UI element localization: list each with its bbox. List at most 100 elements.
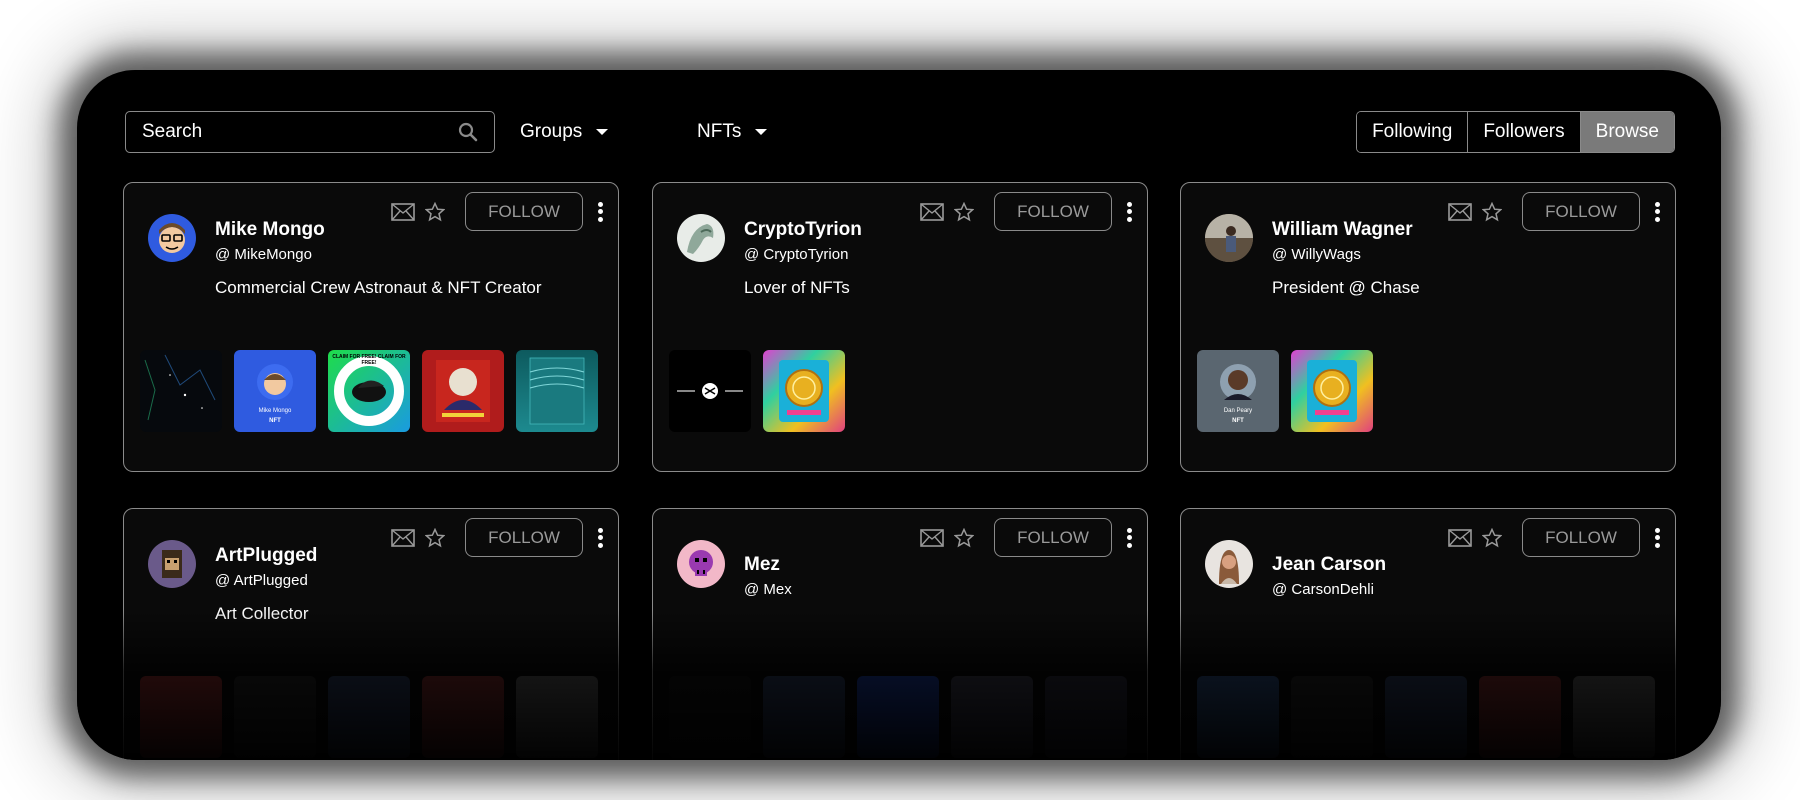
- profile-bio: Art Collector: [215, 604, 309, 623]
- profile-name[interactable]: ArtPlugged: [215, 545, 317, 567]
- profile-handle: @ CarsonDehli: [1272, 581, 1374, 598]
- nft-thumbnail-teal-wave[interactable]: [516, 350, 598, 432]
- nft-thumbnail[interactable]: [1385, 676, 1467, 758]
- avatar[interactable]: [1205, 540, 1253, 588]
- nft-thumbnail[interactable]: [763, 676, 845, 758]
- nft-caption: Mike Mongo: [258, 408, 292, 414]
- profile-name[interactable]: Jean Carson: [1272, 554, 1386, 576]
- nft-gallery: [669, 350, 845, 432]
- nft-thumbnail-black-logo[interactable]: [669, 350, 751, 432]
- nft-thumbnail[interactable]: [1573, 676, 1655, 758]
- mail-icon[interactable]: [920, 202, 944, 221]
- nft-thumbnail-psychedelic-coin[interactable]: [763, 350, 845, 432]
- nft-gallery: Dan Peary NFT: [1197, 350, 1373, 432]
- nft-thumbnail-red-art[interactable]: [422, 350, 504, 432]
- nft-thumbnail[interactable]: [328, 676, 410, 758]
- avatar[interactable]: [677, 540, 725, 588]
- more-options-icon[interactable]: [1653, 525, 1661, 551]
- star-icon[interactable]: [425, 527, 445, 548]
- more-options-icon[interactable]: [596, 199, 604, 225]
- card-actions: FOLLOW: [920, 192, 1133, 231]
- nft-thumbnail[interactable]: [669, 676, 751, 758]
- nft-thumbnail[interactable]: [1045, 676, 1127, 758]
- more-options-icon[interactable]: [596, 525, 604, 551]
- star-icon[interactable]: [954, 527, 974, 548]
- profile-handle: @ WillyWags: [1272, 246, 1361, 263]
- nft-thumbnail-claim-for-free[interactable]: CLAIM FOR FREE! CLAIM FOR FREE!: [328, 350, 410, 432]
- profile-name[interactable]: Mike Mongo: [215, 219, 325, 241]
- tab-browse[interactable]: Browse: [1579, 112, 1674, 152]
- profile-card: William Wagner @ WillyWags President @ C…: [1180, 182, 1676, 472]
- star-icon[interactable]: [1482, 527, 1502, 548]
- search-icon[interactable]: [458, 122, 478, 142]
- profile-name[interactable]: CryptoTyrion: [744, 219, 862, 241]
- tab-following[interactable]: Following: [1357, 112, 1468, 152]
- nft-thumbnail[interactable]: [422, 676, 504, 758]
- profile-handle: @ MikeMongo: [215, 246, 312, 263]
- groups-dropdown[interactable]: Groups: [520, 111, 609, 153]
- nft-caption: Dan Peary: [1223, 408, 1253, 414]
- caret-down-icon: [596, 129, 609, 135]
- more-options-icon[interactable]: [1653, 199, 1661, 225]
- nft-thumbnail[interactable]: [1197, 676, 1279, 758]
- follow-button[interactable]: FOLLOW: [994, 518, 1112, 557]
- nft-thumbnail[interactable]: [1291, 676, 1373, 758]
- follow-button[interactable]: FOLLOW: [994, 192, 1112, 231]
- app-window: Groups NFTs Following Followers Browse: [77, 70, 1721, 760]
- nft-thumbnail[interactable]: [140, 676, 222, 758]
- view-tabs: Following Followers Browse: [1356, 111, 1675, 153]
- nft-thumbnail[interactable]: [516, 676, 598, 758]
- avatar[interactable]: [148, 540, 196, 588]
- groups-dropdown-label: Groups: [520, 121, 583, 142]
- nft-tag: NFT: [269, 418, 281, 424]
- nft-thumbnail-space-poster[interactable]: [140, 350, 222, 432]
- star-icon[interactable]: [954, 201, 974, 222]
- nft-thumbnail[interactable]: [1479, 676, 1561, 758]
- card-actions: FOLLOW: [1448, 518, 1661, 557]
- mail-icon[interactable]: [391, 202, 415, 221]
- profile-card: Mike Mongo @ MikeMongo Commercial Crew A…: [123, 182, 619, 472]
- search-input[interactable]: [142, 121, 458, 143]
- tab-followers[interactable]: Followers: [1467, 112, 1580, 152]
- follow-button[interactable]: FOLLOW: [1522, 192, 1640, 231]
- search-box[interactable]: [125, 111, 495, 153]
- card-actions: FOLLOW: [391, 518, 604, 557]
- card-actions: FOLLOW: [920, 518, 1133, 557]
- mail-icon[interactable]: [1448, 528, 1472, 547]
- nft-thumbnail[interactable]: [857, 676, 939, 758]
- mail-icon[interactable]: [920, 528, 944, 547]
- profile-card: ArtPlugged @ ArtPlugged Art Collector FO…: [123, 508, 619, 760]
- avatar[interactable]: [148, 214, 196, 262]
- caret-down-icon: [755, 129, 768, 135]
- card-actions: FOLLOW: [391, 192, 604, 231]
- profile-bio: President @ Chase: [1272, 278, 1420, 297]
- nft-thumbnail[interactable]: [951, 676, 1033, 758]
- nft-gallery: [1197, 676, 1655, 758]
- avatar[interactable]: [1205, 214, 1253, 262]
- nft-thumbnail-psychedelic-coin[interactable]: [1291, 350, 1373, 432]
- nft-tag: NFT: [1232, 418, 1244, 424]
- nft-thumbnail[interactable]: [234, 676, 316, 758]
- nfts-dropdown[interactable]: NFTs: [697, 111, 768, 153]
- profile-card: Jean Carson @ CarsonDehli FOLLOW: [1180, 508, 1676, 760]
- more-options-icon[interactable]: [1125, 199, 1133, 225]
- nft-thumbnail-dan-peary[interactable]: Dan Peary NFT: [1197, 350, 1279, 432]
- more-options-icon[interactable]: [1125, 525, 1133, 551]
- star-icon[interactable]: [425, 201, 445, 222]
- follow-button[interactable]: FOLLOW: [1522, 518, 1640, 557]
- profile-name[interactable]: Mez: [744, 554, 780, 576]
- nft-caption: CLAIM FOR FREE! CLAIM FOR FREE!: [332, 354, 406, 366]
- mail-icon[interactable]: [391, 528, 415, 547]
- nft-thumbnail-mike-mongo[interactable]: Mike Mongo NFT: [234, 350, 316, 432]
- profile-name[interactable]: William Wagner: [1272, 219, 1413, 241]
- follow-button[interactable]: FOLLOW: [465, 518, 583, 557]
- profile-handle: @ ArtPlugged: [215, 572, 308, 589]
- profile-bio: Commercial Crew Astronaut & NFT Creator: [215, 278, 542, 297]
- follow-button[interactable]: FOLLOW: [465, 192, 583, 231]
- profile-card: CryptoTyrion @ CryptoTyrion Lover of NFT…: [652, 182, 1148, 472]
- nfts-dropdown-label: NFTs: [697, 121, 742, 142]
- mail-icon[interactable]: [1448, 202, 1472, 221]
- profile-bio: Lover of NFTs: [744, 278, 850, 297]
- star-icon[interactable]: [1482, 201, 1502, 222]
- avatar[interactable]: [677, 214, 725, 262]
